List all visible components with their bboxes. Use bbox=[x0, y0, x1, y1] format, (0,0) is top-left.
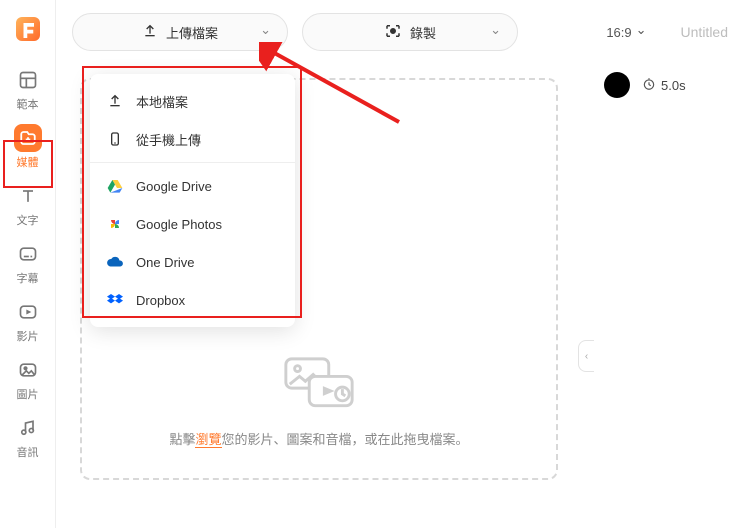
templates-icon bbox=[14, 66, 42, 94]
timeline-panel: 5.0s bbox=[594, 72, 750, 98]
aspect-ratio-selector[interactable]: 16:9 bbox=[606, 24, 646, 40]
clock-icon bbox=[642, 77, 656, 94]
sidebar-label: 音訊 bbox=[17, 444, 39, 460]
sidebar-item-templates[interactable]: 範本 bbox=[6, 66, 50, 112]
sidebar-item-text[interactable]: 文字 bbox=[6, 182, 50, 228]
sidebar-item-image[interactable]: 圖片 bbox=[6, 356, 50, 402]
onedrive-icon bbox=[106, 256, 124, 268]
sidebar-label: 圖片 bbox=[17, 386, 39, 402]
image-icon bbox=[14, 356, 42, 384]
phone-icon bbox=[106, 131, 124, 147]
upload-icon bbox=[106, 93, 124, 109]
sidebar-label: 文字 bbox=[17, 212, 39, 228]
sidebar-label: 範本 bbox=[17, 96, 39, 112]
dropzone-illustration-icon bbox=[280, 353, 358, 415]
subtitles-icon bbox=[14, 240, 42, 268]
upload-icon bbox=[142, 23, 158, 42]
sidebar: 範本 媒體 文字 字幕 影片 圖片 音訊 bbox=[0, 0, 56, 528]
record-button[interactable]: 錄製 bbox=[302, 13, 518, 51]
sidebar-label: 影片 bbox=[17, 328, 39, 344]
audio-icon bbox=[14, 414, 42, 442]
clip-duration: 5.0s bbox=[642, 77, 686, 94]
text-icon bbox=[14, 182, 42, 210]
record-icon bbox=[384, 22, 402, 43]
upload-dropdown: 本地檔案 從手機上傳 Google Drive Google Photos On… bbox=[90, 74, 295, 327]
upload-button[interactable]: 上傳檔案 bbox=[72, 13, 288, 51]
app-logo bbox=[9, 10, 47, 48]
record-label: 錄製 bbox=[410, 23, 436, 42]
browse-link[interactable]: 瀏覽 bbox=[195, 432, 221, 448]
dropdown-item-local[interactable]: 本地檔案 bbox=[90, 82, 295, 120]
panel-collapse-toggle[interactable]: ‹ bbox=[578, 340, 594, 372]
dropdown-item-dropbox[interactable]: Dropbox bbox=[90, 281, 295, 319]
sidebar-item-media[interactable]: 媒體 bbox=[6, 124, 50, 170]
clip-thumbnail bbox=[604, 72, 630, 98]
dropdown-item-gdrive[interactable]: Google Drive bbox=[90, 167, 295, 205]
google-photos-icon bbox=[106, 216, 124, 232]
chevron-down-icon bbox=[636, 24, 647, 40]
sidebar-item-audio[interactable]: 音訊 bbox=[6, 414, 50, 460]
dropzone-text: 點擊瀏覽您的影片、圖案和音檔，或在此拖曳檔案。 bbox=[169, 429, 468, 448]
topbar: 上傳檔案 錄製 16:9 Untitled bbox=[56, 0, 750, 64]
dropbox-icon bbox=[106, 292, 124, 308]
sidebar-item-video[interactable]: 影片 bbox=[6, 298, 50, 344]
timeline-clip[interactable]: 5.0s bbox=[594, 72, 746, 98]
sidebar-label: 字幕 bbox=[17, 270, 39, 286]
aspect-label: 16:9 bbox=[606, 25, 631, 40]
sidebar-item-subtitles[interactable]: 字幕 bbox=[6, 240, 50, 286]
google-drive-icon bbox=[106, 178, 124, 194]
dropdown-divider bbox=[90, 162, 295, 163]
dropdown-item-phone[interactable]: 從手機上傳 bbox=[90, 120, 295, 158]
project-title[interactable]: Untitled bbox=[681, 24, 728, 40]
dropdown-item-onedrive[interactable]: One Drive bbox=[90, 243, 295, 281]
chevron-down-icon bbox=[260, 24, 271, 40]
dropdown-item-gphotos[interactable]: Google Photos bbox=[90, 205, 295, 243]
chevron-down-icon bbox=[490, 24, 501, 40]
media-icon bbox=[14, 124, 42, 152]
video-icon bbox=[14, 298, 42, 326]
upload-label: 上傳檔案 bbox=[166, 23, 218, 42]
sidebar-label: 媒體 bbox=[17, 154, 39, 170]
